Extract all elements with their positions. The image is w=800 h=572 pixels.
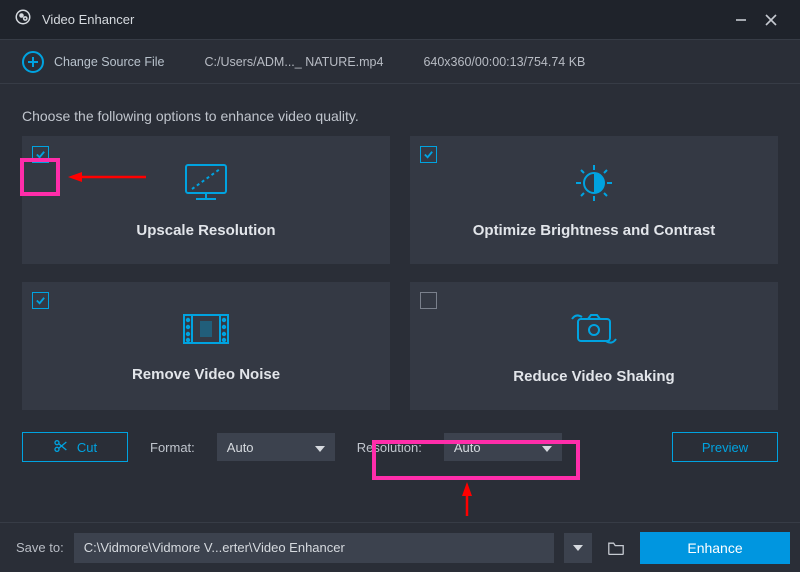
card-noise[interactable]: Remove Video Noise [22,282,390,410]
plus-icon [22,51,44,73]
checkbox-brightness[interactable] [420,146,437,163]
resolution-value: Auto [454,440,481,455]
bottom-controls: Cut Format: Auto Resolution: Auto Previe… [0,410,800,462]
saveto-path[interactable]: C:\Vidmore\Vidmore V...erter\Video Enhan… [74,533,554,563]
saveto-caret[interactable] [564,533,592,563]
card-brightness-label: Optimize Brightness and Contrast [473,222,716,239]
source-row: Change Source File C:/Users/ADM..._ NATU… [0,40,800,84]
film-icon [178,309,234,354]
app-icon [14,8,32,31]
checkbox-shaking[interactable] [420,292,437,309]
titlebar: Video Enhancer [0,0,800,40]
close-button[interactable] [756,5,786,35]
source-path: C:/Users/ADM..._ NATURE.mp4 [204,55,383,69]
cut-label: Cut [77,440,97,455]
scissors-icon [53,438,69,457]
card-upscale[interactable]: Upscale Resolution [22,136,390,264]
cut-button[interactable]: Cut [22,432,128,462]
card-shaking-label: Reduce Video Shaking [513,368,674,385]
camera-shake-icon [566,307,622,356]
monitor-icon [180,161,232,210]
instruction-text: Choose the following options to enhance … [0,84,800,136]
enhance-label: Enhance [687,540,742,556]
card-shaking[interactable]: Reduce Video Shaking [410,282,778,410]
card-noise-label: Remove Video Noise [132,366,280,383]
change-source-button[interactable]: Change Source File [22,51,164,73]
card-brightness[interactable]: Optimize Brightness and Contrast [410,136,778,264]
format-select[interactable]: Auto [217,433,335,461]
preview-label: Preview [702,440,748,455]
change-source-label: Change Source File [54,55,164,69]
chevron-down-icon [315,440,325,455]
saveto-label: Save to: [16,540,64,555]
checkbox-noise[interactable] [32,292,49,309]
footer: Save to: C:\Vidmore\Vidmore V...erter\Vi… [0,522,800,572]
format-label: Format: [150,440,195,455]
resolution-select[interactable]: Auto [444,433,562,461]
checkbox-upscale[interactable] [32,146,49,163]
options-grid: Upscale Resolution Optimize Brightness a… [0,136,800,410]
source-meta: 640x360/00:00:13/754.74 KB [423,55,585,69]
brightness-icon [568,161,620,210]
preview-button[interactable]: Preview [672,432,778,462]
card-upscale-label: Upscale Resolution [136,222,275,239]
app-title: Video Enhancer [42,12,134,27]
format-value: Auto [227,440,254,455]
chevron-down-icon [542,440,552,455]
annotation-arrow-resolution [460,482,474,518]
minimize-button[interactable] [726,5,756,35]
browse-folder-button[interactable] [602,533,630,563]
saveto-path-text: C:\Vidmore\Vidmore V...erter\Video Enhan… [84,540,345,555]
enhance-button[interactable]: Enhance [640,532,790,564]
resolution-label: Resolution: [357,440,422,455]
